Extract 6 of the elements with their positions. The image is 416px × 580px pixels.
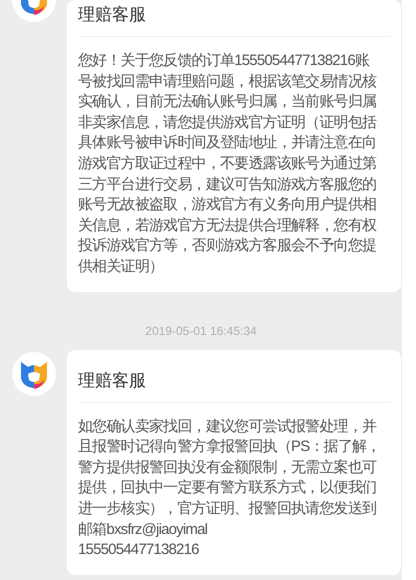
- sender-name: 理赔客服: [78, 370, 146, 390]
- message-text: 您好！关于您反馈的订单1555054477138216账 号被找回需申请理赔问题，根据该笔交易情况核 实确认，目前无法确认账号归属，当前账号归属 非卖家信息，请您提供游戏官方证明（证明包括 具体账号被申诉时间及登陆地址，并请注意在向 游戏官方取证过程中，不要透露该账号为通过第 三方平台进行交易，建议可告知游戏方客服您的 账号无故被盗取，游戏官方有义务向用户提供相 关信息，若游戏官方无法提供合理解释，您有权 投诉游戏官方等，否则游戏方客服会不予向您提 供相关证明）: [78, 51, 378, 277]
- timestamp: 2019-05-01 16:45:34: [145, 322, 257, 340]
- sender-name: 理赔客服: [78, 5, 146, 24]
- message-text: 如您确认卖家找回，建议您可尝试报警处理，并 且报警时记得向警方拿报警回执（PS：据了解， 警方提供报警回执没有金额限制，无需立案也可 提供，回执中一定要有警方联系方式，以便我们 进一步核实），官方证明、报警回执请您发送到 邮箱bxsfrz@jiaoyimal 1555054477138216: [78, 416, 382, 560]
- logo-icon: [12, 352, 56, 396]
